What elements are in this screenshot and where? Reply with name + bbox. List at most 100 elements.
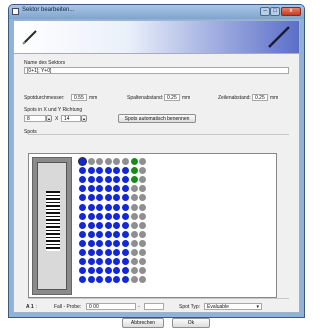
spot[interactable] xyxy=(113,203,121,211)
spot[interactable] xyxy=(96,212,104,220)
spot[interactable] xyxy=(130,167,138,175)
spot[interactable] xyxy=(122,276,129,284)
spot-type-select[interactable]: Evaluable ▾ xyxy=(204,303,262,310)
spot[interactable] xyxy=(130,239,138,247)
spot[interactable] xyxy=(104,203,112,211)
spot[interactable] xyxy=(130,249,138,256)
spot[interactable] xyxy=(122,239,129,247)
spot[interactable] xyxy=(130,194,138,202)
spot[interactable] xyxy=(79,249,86,256)
spot[interactable] xyxy=(139,267,147,275)
spot[interactable] xyxy=(96,194,104,202)
spot[interactable] xyxy=(122,249,129,256)
spot[interactable] xyxy=(122,230,129,238)
spots-x-field[interactable]: 8 xyxy=(24,115,46,122)
spot[interactable] xyxy=(96,276,104,284)
spot[interactable] xyxy=(104,249,112,256)
spot[interactable] xyxy=(122,176,129,184)
spot[interactable] xyxy=(87,158,95,165)
spot[interactable] xyxy=(104,230,112,238)
spot[interactable] xyxy=(96,185,104,193)
spots-panel[interactable] xyxy=(28,153,277,298)
spot[interactable] xyxy=(122,167,129,175)
spot[interactable] xyxy=(104,176,112,184)
maximize-button[interactable]: □ xyxy=(270,7,280,16)
spot[interactable] xyxy=(87,167,95,175)
spot[interactable] xyxy=(104,185,112,193)
spot[interactable] xyxy=(96,167,104,175)
fall-probe-suffix-field[interactable] xyxy=(144,303,164,310)
spot[interactable] xyxy=(139,176,147,184)
spot[interactable] xyxy=(79,158,86,165)
spot[interactable] xyxy=(130,267,138,275)
spot[interactable] xyxy=(130,185,138,193)
spot[interactable] xyxy=(104,158,112,165)
spot[interactable] xyxy=(113,276,121,284)
spot[interactable] xyxy=(79,276,86,284)
spot[interactable] xyxy=(96,158,104,165)
spot[interactable] xyxy=(139,185,147,193)
spot[interactable] xyxy=(139,212,147,220)
spot[interactable] xyxy=(79,267,86,275)
spot[interactable] xyxy=(139,194,147,202)
spot[interactable] xyxy=(104,239,112,247)
spot[interactable] xyxy=(122,221,129,229)
spot[interactable] xyxy=(96,203,104,211)
spot[interactable] xyxy=(79,203,86,211)
fall-probe-field[interactable]: 0 00 xyxy=(86,303,136,310)
spot[interactable] xyxy=(139,239,147,247)
spot[interactable] xyxy=(139,230,147,238)
auto-name-spots-button[interactable]: Spots automatisch benennen xyxy=(118,114,196,123)
spot[interactable] xyxy=(87,230,95,238)
spot[interactable] xyxy=(79,185,86,193)
spot[interactable] xyxy=(130,212,138,220)
spot[interactable] xyxy=(113,176,121,184)
spot[interactable] xyxy=(130,221,138,229)
title-bar[interactable]: Sektor bearbeiten... – □ x xyxy=(9,5,304,19)
column-spacing-field[interactable]: 0.25 xyxy=(164,94,180,101)
spot[interactable] xyxy=(113,194,121,202)
spot[interactable] xyxy=(113,267,121,275)
spot[interactable] xyxy=(113,212,121,220)
spot[interactable] xyxy=(87,276,95,284)
spot[interactable] xyxy=(122,212,129,220)
spot[interactable] xyxy=(87,258,95,266)
spot[interactable] xyxy=(113,230,121,238)
spot[interactable] xyxy=(104,221,112,229)
spot[interactable] xyxy=(122,203,129,211)
spots-x-stepper[interactable]: ▴ xyxy=(46,115,52,122)
spot[interactable] xyxy=(79,176,86,184)
spot[interactable] xyxy=(96,249,104,256)
spot[interactable] xyxy=(96,221,104,229)
spot[interactable] xyxy=(122,194,129,202)
spot[interactable] xyxy=(79,239,86,247)
spot[interactable] xyxy=(139,249,147,256)
spot[interactable] xyxy=(122,158,129,165)
spot[interactable] xyxy=(130,258,138,266)
spots-y-field[interactable]: 14 xyxy=(61,115,81,122)
row-spacing-field[interactable]: 0.25 xyxy=(252,94,268,101)
spot[interactable] xyxy=(87,185,95,193)
spot[interactable] xyxy=(113,221,121,229)
spot[interactable] xyxy=(96,230,104,238)
spot[interactable] xyxy=(122,267,129,275)
close-button[interactable]: x xyxy=(281,7,301,16)
spot[interactable] xyxy=(113,185,121,193)
spot[interactable] xyxy=(79,230,86,238)
spot[interactable] xyxy=(139,258,147,266)
spot[interactable] xyxy=(87,267,95,275)
spot[interactable] xyxy=(130,230,138,238)
spot[interactable] xyxy=(122,258,129,266)
spot[interactable] xyxy=(139,221,147,229)
spot[interactable] xyxy=(87,239,95,247)
spot[interactable] xyxy=(139,203,147,211)
spot[interactable] xyxy=(113,249,121,256)
spot[interactable] xyxy=(130,158,138,165)
spots-y-stepper[interactable]: ▴ xyxy=(81,115,87,122)
spot[interactable] xyxy=(87,249,95,256)
spot[interactable] xyxy=(87,176,95,184)
spot[interactable] xyxy=(79,194,86,202)
spot[interactable] xyxy=(96,176,104,184)
spot[interactable] xyxy=(139,276,147,284)
spot[interactable] xyxy=(87,221,95,229)
